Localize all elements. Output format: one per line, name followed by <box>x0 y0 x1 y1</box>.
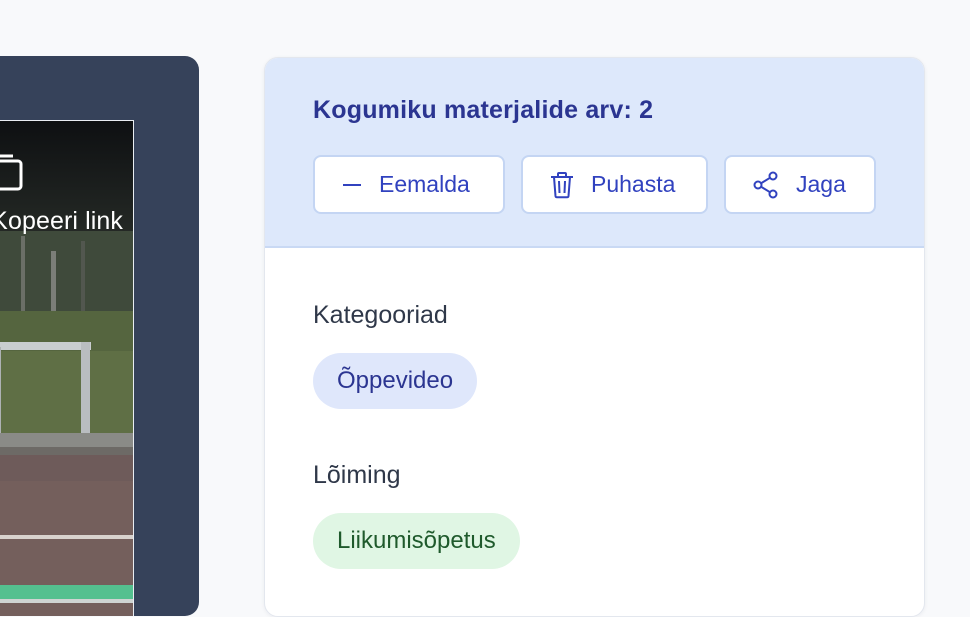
categories-heading: Kategooriad <box>313 301 448 329</box>
trash-icon <box>551 171 573 198</box>
minus-icon <box>343 183 361 186</box>
collection-count: Kogumiku materjalide arv: 2 <box>313 96 654 124</box>
copy-link-label[interactable]: Kopeeri link <box>0 207 123 236</box>
thumbnail-scene <box>0 121 133 616</box>
remove-button-label: Eemalda <box>379 171 470 197</box>
clear-button-label: Puhasta <box>591 171 676 197</box>
share-icon <box>753 171 778 198</box>
integration-heading: Lõiming <box>313 461 401 489</box>
copy-icon[interactable] <box>0 154 25 194</box>
remove-button[interactable]: Eemalda <box>313 155 505 214</box>
video-thumbnail[interactable]: Kopeeri link <box>0 120 134 616</box>
category-chip[interactable]: Õppevideo <box>313 353 478 409</box>
clear-button[interactable]: Puhasta <box>521 155 708 214</box>
collection-panel: Kogumiku materjalide arv: 2 Eemalda Puha… <box>264 57 925 617</box>
integration-chip[interactable]: Liikumisõpetus <box>313 513 520 569</box>
media-card: Kopeeri link <box>0 56 199 616</box>
share-button-label: Jaga <box>796 171 846 197</box>
panel-header: Kogumiku materjalide arv: 2 Eemalda Puha… <box>265 58 924 248</box>
share-button[interactable]: Jaga <box>724 155 876 214</box>
